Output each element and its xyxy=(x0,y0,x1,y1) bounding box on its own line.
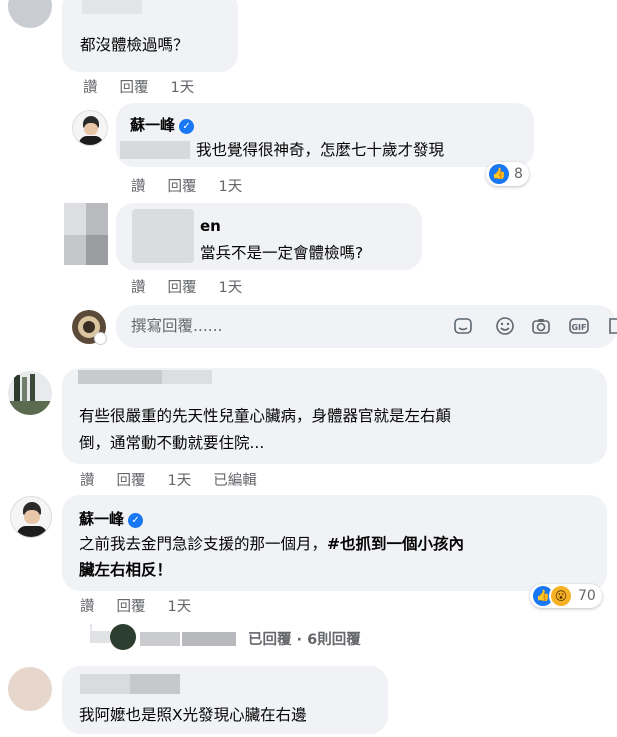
blurred-author-name xyxy=(80,674,130,694)
comment-text-line1: 有些很嚴重的先天性兒童心臟病，身體器官就是左右顛 xyxy=(79,407,452,425)
reply-link[interactable]: 回覆 xyxy=(168,179,197,195)
reply-actions: 讚 回覆 1天 xyxy=(131,276,264,297)
hashtag-bold[interactable]: #也抓到一個小孩內 xyxy=(327,535,464,553)
author-name[interactable]: en xyxy=(200,217,221,235)
reply-actions: 讚 回覆 1天 xyxy=(131,175,264,196)
replies-summary-link[interactable]: 已回覆 · 6則回覆 xyxy=(248,628,361,649)
camera-icon[interactable] xyxy=(530,316,552,338)
author-name[interactable]: 蘇一峰 ✓ xyxy=(130,114,195,135)
author-name[interactable]: 蘇一峰 ✓ xyxy=(79,508,144,529)
emoji-icon[interactable] xyxy=(494,316,516,338)
comment-time[interactable]: 1天 xyxy=(219,179,243,195)
comment-actions: 讚 回覆 1天 xyxy=(80,595,213,616)
reply-link[interactable]: 回覆 xyxy=(168,280,197,296)
user-status-badge xyxy=(94,332,107,345)
gif-icon[interactable]: GIF xyxy=(568,316,590,338)
blurred-avatar xyxy=(64,203,86,235)
commenter-avatar[interactable] xyxy=(8,0,52,28)
reply-placeholder: 撰寫回覆...... xyxy=(131,317,223,335)
comment-bubble: 都沒體檢過嗎？ xyxy=(62,0,238,72)
commenter-avatar[interactable] xyxy=(8,371,52,415)
reply-text: 當兵不是一定會體檢嗎? xyxy=(200,244,364,262)
comment-time[interactable]: 1天 xyxy=(219,280,243,296)
like-reaction-icon: 👍 xyxy=(489,164,509,184)
blurred-avatar xyxy=(86,203,108,235)
comment-actions: 讚 回覆 1天 xyxy=(83,76,216,97)
reply-bubble: en 當兵不是一定會體檢嗎? xyxy=(116,203,422,270)
like-link[interactable]: 讚 xyxy=(131,179,146,195)
replier-avatar[interactable] xyxy=(110,624,136,650)
reaction-count[interactable]: 👍 8 xyxy=(486,162,529,186)
like-link[interactable]: 讚 xyxy=(83,80,98,96)
author-avatar[interactable] xyxy=(10,496,52,538)
verified-badge-icon: ✓ xyxy=(128,513,144,528)
comment-time[interactable]: 1天 xyxy=(168,599,192,615)
reply-link[interactable]: 回覆 xyxy=(117,473,146,489)
blurred-replier-name xyxy=(182,632,236,646)
blurred-replier-name xyxy=(90,631,110,643)
comment-text: 我阿嬤也是照X光發現心臟在右邊 xyxy=(79,706,307,724)
reply-text: 我也覺得很神奇，怎麼七十歲才發現 xyxy=(196,141,445,159)
sticker-icon[interactable] xyxy=(452,316,474,338)
reply-link[interactable]: 回覆 xyxy=(120,80,149,96)
comment-bubble: 蘇一峰 ✓ 之前我去金門急診支援的那一個月，#也抓到一個小孩內 臟左右相反！ xyxy=(62,495,607,591)
author-avatar[interactable] xyxy=(72,110,108,146)
blurred-replier-name xyxy=(140,632,180,646)
blurred-author-name xyxy=(162,370,212,384)
reaction-count[interactable]: 👍 😮 70 xyxy=(530,584,602,608)
blurred-author-name xyxy=(78,370,162,384)
comment-actions: 讚 回覆 1天 已編輯 xyxy=(80,469,279,490)
comment-time[interactable]: 1天 xyxy=(171,80,195,96)
blurred-avatar xyxy=(64,235,86,265)
comment-text-line2: 臟左右相反！ xyxy=(79,561,173,579)
like-link[interactable]: 讚 xyxy=(131,280,146,296)
reply-input[interactable]: 撰寫回覆...... GIF xyxy=(116,305,617,348)
blurred-mention xyxy=(120,141,190,159)
verified-badge-icon: ✓ xyxy=(179,119,195,134)
blurred-author-name xyxy=(82,0,142,14)
wow-reaction-icon: 😮 xyxy=(549,584,573,608)
blurred-avatar xyxy=(86,235,108,265)
comment-bubble: 有些很嚴重的先天性兒童心臟病，身體器官就是左右顛 倒，通常動不動就要住院... xyxy=(62,368,607,464)
commenter-avatar[interactable] xyxy=(8,667,52,711)
svg-text:GIF: GIF xyxy=(571,323,586,332)
comment-bubble: 我阿嬤也是照X光發現心臟在右邊 xyxy=(62,666,388,734)
comment-time[interactable]: 1天 xyxy=(168,473,192,489)
thread-connector xyxy=(90,100,91,101)
comment-text-line2: 倒，通常動不動就要住院... xyxy=(79,434,265,452)
blurred-author-name xyxy=(130,674,180,694)
reply-link[interactable]: 回覆 xyxy=(117,599,146,615)
sticker-alt-icon[interactable] xyxy=(606,316,617,338)
blurred-author-name xyxy=(132,209,194,263)
comment-text: 都沒體檢過嗎？ xyxy=(80,36,189,54)
comment-text-line1: 之前我去金門急診支援的那一個月，#也抓到一個小孩內 xyxy=(79,535,465,553)
reply-bubble: 蘇一峰 ✓ 我也覺得很神奇，怎麼七十歲才發現 xyxy=(116,103,534,167)
edited-label: 已編輯 xyxy=(213,473,257,489)
like-link[interactable]: 讚 xyxy=(80,599,95,615)
like-link[interactable]: 讚 xyxy=(80,473,95,489)
